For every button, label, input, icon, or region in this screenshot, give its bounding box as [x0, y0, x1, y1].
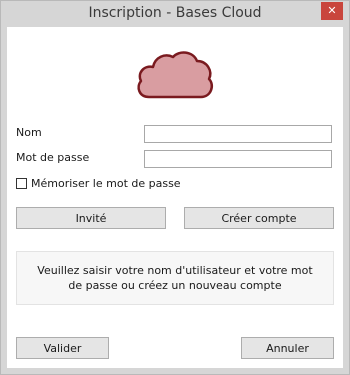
login-window: Inscription - Bases Cloud ✕ Nom Mot de p… — [0, 0, 350, 375]
username-input[interactable] — [144, 125, 332, 143]
create-account-button-label: Créer compte — [221, 211, 297, 225]
remember-password-checkbox[interactable] — [16, 178, 27, 189]
window-title: Inscription - Bases Cloud — [88, 5, 262, 21]
validate-button[interactable]: Valider — [16, 337, 109, 359]
password-label: Mot de passe — [16, 151, 90, 164]
validate-button-label: Valider — [43, 341, 82, 355]
cloud-icon — [137, 51, 213, 99]
close-icon: ✕ — [327, 4, 337, 17]
title-bar[interactable]: Inscription - Bases Cloud ✕ — [1, 1, 349, 27]
create-account-button[interactable]: Créer compte — [184, 207, 334, 229]
dialog-body: Nom Mot de passe Mémoriser le mot de pas… — [7, 27, 343, 368]
info-message: Veuillez saisir votre nom d'utilisateur … — [37, 264, 313, 292]
remember-password-label[interactable]: Mémoriser le mot de passe — [31, 177, 181, 190]
cancel-button[interactable]: Annuler — [241, 337, 334, 359]
cancel-button-label: Annuler — [266, 341, 309, 355]
guest-button-label: Invité — [75, 211, 107, 225]
info-message-box: Veuillez saisir votre nom d'utilisateur … — [16, 251, 334, 305]
close-button[interactable]: ✕ — [321, 2, 343, 20]
guest-button[interactable]: Invité — [16, 207, 166, 229]
password-input[interactable] — [144, 150, 332, 168]
username-label: Nom — [16, 126, 42, 139]
